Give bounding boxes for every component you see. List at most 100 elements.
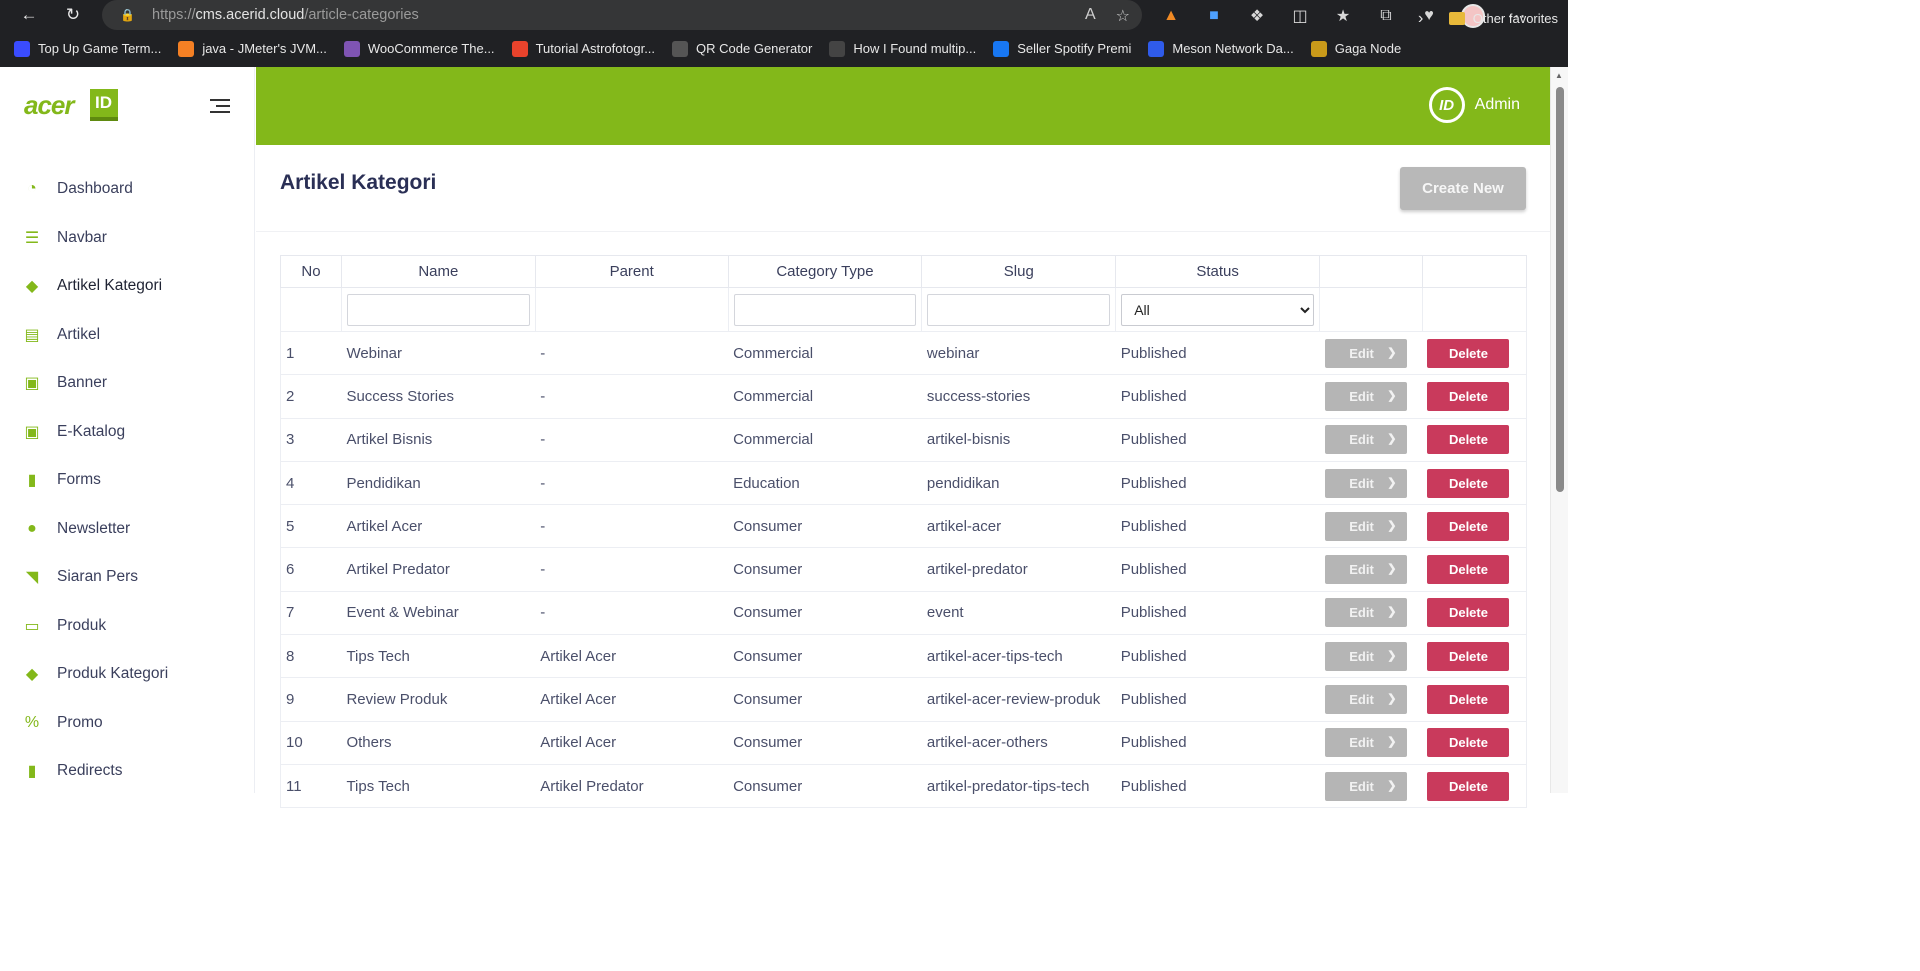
page-scrollbar[interactable]: ▲	[1550, 67, 1568, 793]
chevron-right-icon: ❯	[1387, 779, 1397, 792]
edit-button[interactable]: Edit ❯	[1324, 338, 1407, 368]
sidebar-item-promo[interactable]: % Promo	[0, 699, 255, 748]
collections-icon[interactable]: ⧉	[1375, 5, 1397, 27]
favorite-star-icon[interactable]: ☆	[1116, 6, 1130, 26]
delete-button[interactable]: Delete	[1427, 685, 1510, 715]
bookmark-item[interactable]: QR Code Generator	[672, 40, 812, 57]
row-status: Published	[1115, 418, 1320, 462]
bookmark-item[interactable]: Tutorial Astrofotogr...	[511, 40, 655, 57]
edit-button[interactable]: Edit ❯	[1324, 771, 1407, 801]
row-parent: Artikel Predator	[535, 764, 729, 809]
column-header-status[interactable]: Status	[1115, 255, 1320, 288]
sidebar-item-dashboard[interactable]: ◔ Dashboard	[0, 165, 255, 214]
favorites-icon[interactable]: ★	[1332, 5, 1354, 27]
sidebar-item-redirects[interactable]: ▮ Redirects	[0, 747, 255, 796]
refresh-icon[interactable]: ↻	[58, 0, 88, 30]
bookmark-label: Seller Spotify Premi	[1017, 41, 1132, 56]
column-header-category-type[interactable]: Category Type	[727, 255, 923, 288]
sidebar-item-artikel-kategori[interactable]: ◆ Artikel Kategori	[0, 262, 255, 311]
chevron-right-icon[interactable]: ›	[1418, 0, 1423, 37]
edit-button[interactable]: Edit ❯	[1324, 381, 1407, 411]
categories-table: No Name Parent Category Type Slug Status…	[280, 255, 1528, 809]
edit-button[interactable]: Edit ❯	[1324, 425, 1407, 455]
bookmark-item[interactable]: Seller Spotify Premi	[993, 40, 1132, 57]
row-parent: -	[535, 461, 729, 506]
edit-label: Edit	[1349, 432, 1374, 448]
sidebar-item-forms[interactable]: ▮ Forms	[0, 456, 255, 505]
row-category-type: Consumer	[728, 764, 922, 809]
other-favorites[interactable]: Other favorites	[1448, 0, 1558, 37]
split-screen-icon[interactable]: ◫	[1289, 5, 1311, 27]
sidebar-item-newsletter[interactable]: ● Newsletter	[0, 505, 255, 554]
slug-filter-input[interactable]	[927, 293, 1111, 326]
sidebar-item-label: Forms	[57, 471, 101, 489]
column-header-slug[interactable]: Slug	[921, 255, 1117, 288]
extensions-icon[interactable]: ❖	[1246, 5, 1268, 27]
bookmark-item[interactable]: Gaga Node	[1310, 40, 1401, 57]
scrollbar-thumb[interactable]	[1556, 87, 1564, 492]
back-icon[interactable]: ←	[14, 0, 44, 30]
metamask-extension-icon[interactable]: ▲	[1160, 5, 1182, 27]
edit-label: Edit	[1349, 388, 1374, 404]
edit-button[interactable]: Edit ❯	[1324, 555, 1407, 585]
row-slug: event	[921, 591, 1116, 636]
edit-button[interactable]: Edit ❯	[1324, 728, 1407, 758]
chevron-right-icon: ❯	[1387, 693, 1397, 706]
sidebar-item-siaran-pers[interactable]: ◥ Siaran Pers	[0, 553, 255, 602]
row-category-type: Consumer	[728, 504, 922, 549]
column-header-parent[interactable]: Parent	[534, 255, 729, 288]
sidebar-item-produk-kategori[interactable]: ◆ Produk Kategori	[0, 650, 255, 699]
column-header-name[interactable]: Name	[340, 255, 536, 288]
delete-button[interactable]: Delete	[1427, 771, 1510, 801]
bookmark-item[interactable]: WooCommerce The...	[343, 40, 495, 57]
row-slug: success-stories	[921, 374, 1116, 419]
edit-button[interactable]: Edit ❯	[1324, 641, 1407, 671]
table-row: 10 Others Artikel Acer Consumer artikel-acer…	[280, 721, 1528, 765]
delete-button[interactable]: Delete	[1427, 338, 1510, 368]
delete-button[interactable]: Delete	[1427, 381, 1510, 411]
sidebar-item-e-katalog[interactable]: ▣ E-Katalog	[0, 408, 255, 457]
delete-button[interactable]: Delete	[1427, 468, 1510, 498]
browser-toolbar: ← ↻ 🔒 https://cms.acerid.cloud/article-c…	[0, 0, 1568, 30]
delete-button[interactable]: Delete	[1427, 555, 1510, 585]
translate-extension-icon[interactable]: ■	[1203, 5, 1225, 27]
edit-label: Edit	[1349, 605, 1374, 621]
column-header-no[interactable]: No	[280, 255, 342, 288]
read-aloud-icon[interactable]: A	[1085, 6, 1096, 26]
address-bar[interactable]: 🔒 https://cms.acerid.cloud/article-categ…	[102, 0, 1142, 30]
sidebar-item-label: Navbar	[57, 228, 107, 246]
delete-button[interactable]: Delete	[1427, 425, 1510, 455]
sidebar-item-navbar[interactable]: ☰ Navbar	[0, 214, 255, 263]
bookmark-item[interactable]: Top Up Game Term...	[14, 40, 161, 57]
sidebar-item-artikel[interactable]: ▤ Artikel	[0, 311, 255, 360]
list-icon: ☰	[24, 229, 40, 247]
sidebar-item-banner[interactable]: ▣ Banner	[0, 359, 255, 408]
sidebar-item-produk[interactable]: ▭ Produk	[0, 602, 255, 651]
brand-name: acer	[24, 89, 74, 120]
edit-button[interactable]: Edit ❯	[1324, 685, 1407, 715]
create-new-button[interactable]: Create New	[1400, 167, 1526, 210]
edit-button[interactable]: Edit ❯	[1324, 511, 1407, 541]
category-type-filter-input[interactable]	[733, 293, 917, 326]
edit-button[interactable]: Edit ❯	[1324, 598, 1407, 628]
edit-button[interactable]: Edit ❯	[1324, 468, 1407, 498]
delete-button[interactable]: Delete	[1427, 728, 1510, 758]
hamburger-menu-icon[interactable]	[210, 99, 230, 117]
user-menu[interactable]: ID Admin	[1428, 87, 1520, 123]
sidebar-item-label: Redirects	[57, 762, 123, 780]
name-filter-input[interactable]	[346, 293, 530, 326]
status-filter-select[interactable]: All	[1121, 293, 1314, 326]
brand-logo[interactable]: acer ID	[24, 89, 118, 121]
bookmark-item[interactable]: How I Found multip...	[829, 40, 976, 57]
bookmark-item[interactable]: Meson Network Da...	[1148, 40, 1294, 57]
chevron-right-icon: ❯	[1387, 433, 1397, 446]
scroll-up-icon[interactable]: ▲	[1555, 71, 1563, 80]
file-icon: ▮	[27, 472, 37, 490]
delete-button[interactable]: Delete	[1427, 641, 1510, 671]
row-number: 5	[280, 504, 342, 549]
delete-button[interactable]: Delete	[1427, 511, 1510, 541]
newspaper-icon: ▤	[24, 326, 40, 344]
delete-button[interactable]: Delete	[1427, 598, 1510, 628]
bookmark-item[interactable]: java - JMeter's JVM...	[178, 40, 327, 57]
row-parent: Artikel Acer	[535, 677, 729, 722]
